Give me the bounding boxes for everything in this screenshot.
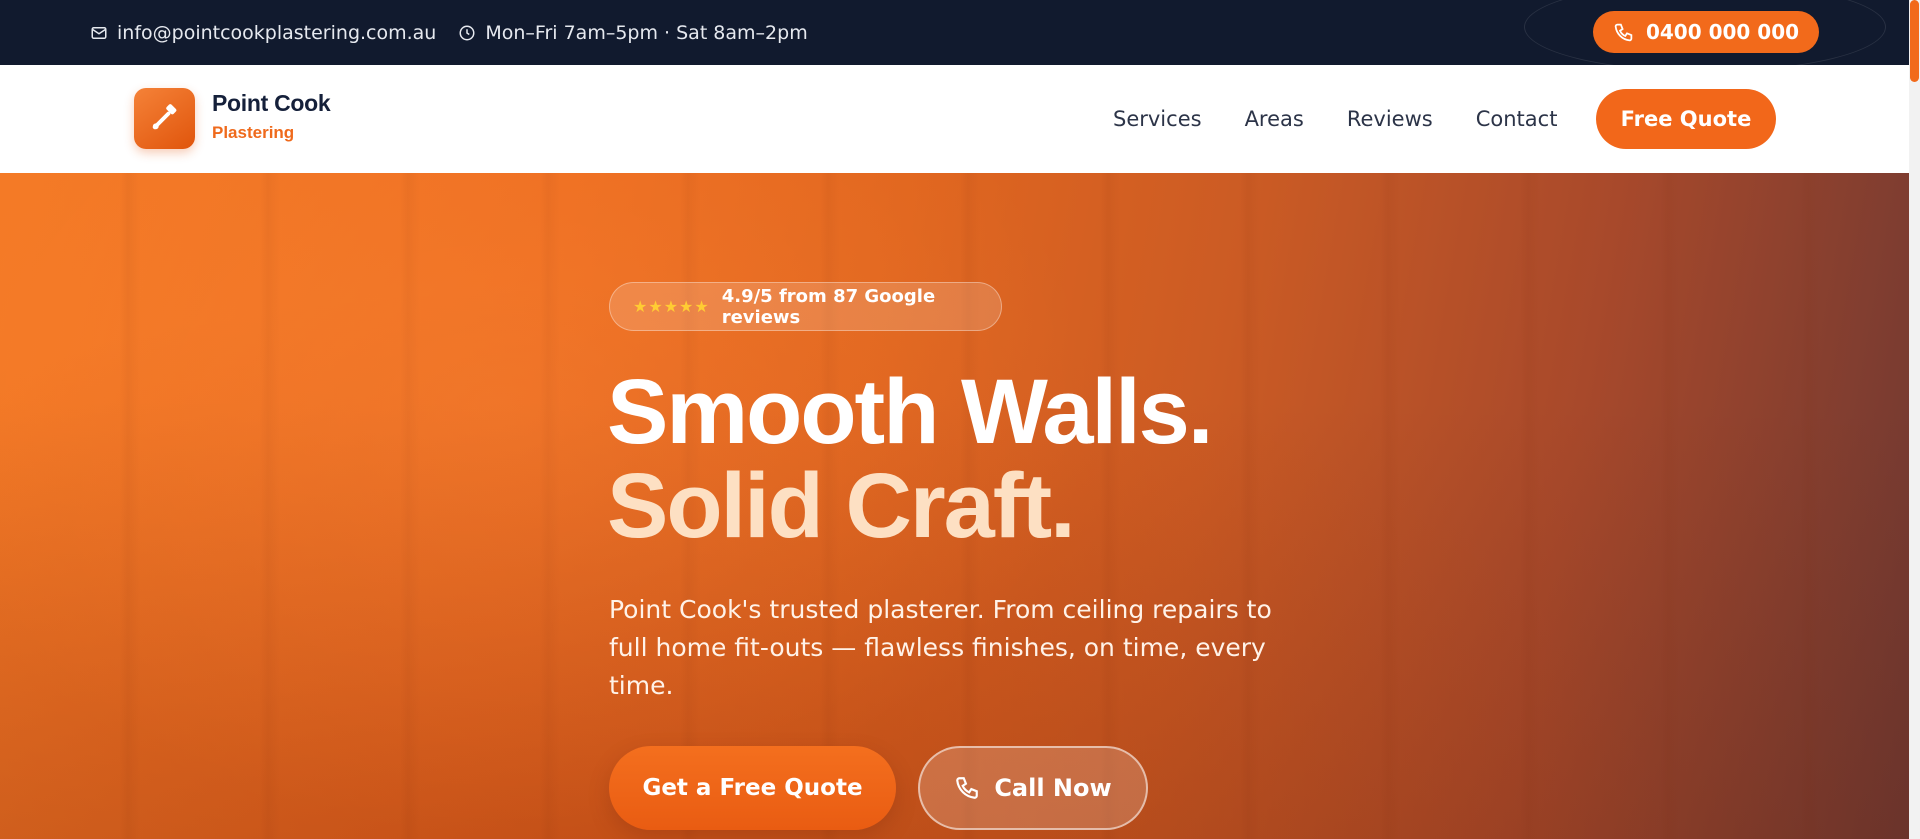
brand-name-line1: Point Cook: [212, 90, 331, 116]
mail-icon: [91, 26, 107, 39]
nav-item-areas[interactable]: Areas: [1245, 107, 1304, 131]
nav-item-services[interactable]: Services: [1113, 107, 1202, 131]
plaster-trowel-icon: [152, 104, 177, 130]
call-now-label: Call Now: [994, 774, 1112, 802]
rating-text: 4.9/5 from 87 Google reviews: [721, 285, 936, 328]
call-now-button[interactable]: Call Now: [918, 746, 1148, 830]
hero-headline: Smooth Walls. Solid Craft.: [607, 361, 1213, 557]
main-navbar: Point Cook Plastering Services Areas Rev…: [0, 65, 1909, 173]
brand-name-line2: Plastering: [212, 123, 295, 142]
hero-subtext: Point Cook's trusted plasterer. From cei…: [609, 595, 1272, 700]
brand-name[interactable]: Point Cook Plastering: [212, 90, 331, 143]
free-quote-button[interactable]: Free Quote: [1596, 89, 1776, 149]
star-rating-icon: ★★★★★: [633, 297, 710, 316]
hours-text: Mon–Fri 7am–5pm · Sat 8am–2pm: [485, 21, 808, 44]
top-bar: info@pointcookplastering.com.au Mon–Fri …: [0, 0, 1909, 72]
phone-number: 0400 000 000: [1645, 20, 1800, 44]
nav-item-reviews[interactable]: Reviews: [1347, 107, 1433, 131]
hero-section: ★★★★★ 4.9/5 from 87 Google reviews Smoot…: [0, 173, 1909, 839]
headline-line1: Smooth Walls.: [607, 361, 1213, 463]
email-link[interactable]: info@pointcookplastering.com.au: [90, 22, 436, 44]
contact-info: info@pointcookplastering.com.au Mon–Fri …: [90, 0, 808, 65]
nav-links: Services Areas Reviews Contact: [1113, 65, 1557, 173]
phone-icon: [1614, 23, 1633, 41]
rating-badge: ★★★★★ 4.9/5 from 87 Google reviews: [609, 282, 1002, 331]
page-scrollbar[interactable]: [1909, 0, 1920, 839]
scrollbar-thumb[interactable]: [1910, 0, 1919, 82]
email-text: info@pointcookplastering.com.au: [117, 21, 437, 44]
opening-hours: Mon–Fri 7am–5pm · Sat 8am–2pm: [458, 21, 808, 44]
nav-item-contact[interactable]: Contact: [1476, 107, 1558, 131]
get-free-quote-button[interactable]: Get a Free Quote: [609, 746, 896, 830]
logo[interactable]: [134, 88, 195, 149]
clock-icon: [459, 25, 475, 40]
phone-icon: [956, 777, 979, 799]
phone-button[interactable]: 0400 000 000: [1593, 11, 1819, 53]
headline-line2: Solid Craft.: [607, 455, 1076, 557]
